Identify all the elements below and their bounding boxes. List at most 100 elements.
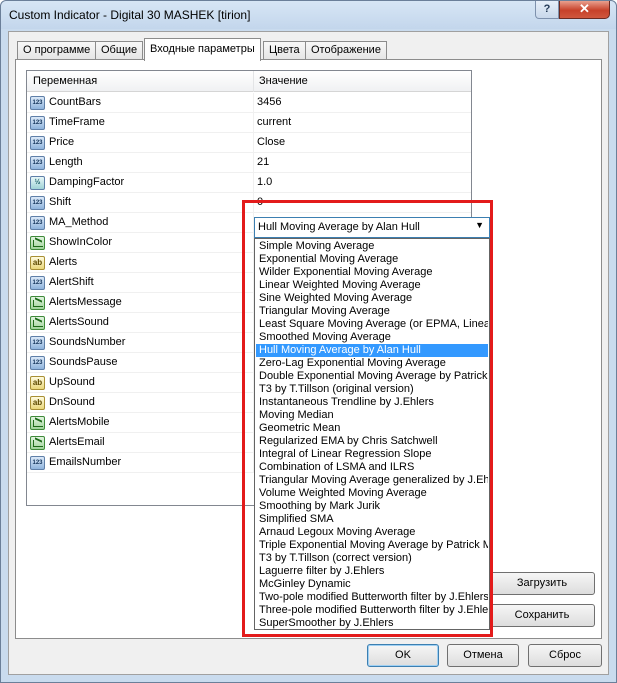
tab-common[interactable]: Общие (95, 41, 144, 60)
enum-type-icon (30, 436, 45, 450)
dropdown-option[interactable]: Geometric Mean (256, 422, 488, 435)
dropdown-option[interactable]: T3 by T.Tillson (correct version) (256, 552, 488, 565)
dropdown-option[interactable]: Triangular Moving Average (256, 305, 488, 318)
parameter-name: Alerts (49, 256, 78, 268)
dropdown-option[interactable]: Moving Median (256, 409, 488, 422)
dropdown-option[interactable]: Regularized EMA by Chris Satchwell (256, 435, 488, 448)
dropdown-option[interactable]: Two-pole modified Butterworth filter by … (256, 591, 488, 604)
column-header-variable[interactable]: Переменная (33, 75, 97, 87)
parameter-name: TimeFrame (49, 116, 105, 128)
dropdown-option[interactable]: Laguerre filter by J.Ehlers (256, 565, 488, 578)
parameter-name: AlertsMobile (49, 416, 110, 428)
tab-inputs[interactable]: Входные параметры (144, 38, 261, 61)
parameter-name: Shift (49, 196, 72, 208)
parameter-name: Price (49, 136, 75, 148)
dropdown-option[interactable]: McGinley Dynamic (256, 578, 488, 591)
help-button[interactable]: ? (535, 1, 559, 19)
parameter-name: EmailsNumber (49, 456, 122, 468)
dropdown-option[interactable]: Combination of LSMA and ILRS (256, 461, 488, 474)
dropdown-option[interactable]: T3 by T.Tillson (original version) (256, 383, 488, 396)
close-button[interactable]: ✕ (559, 1, 610, 19)
dropdown-option[interactable]: Linear Weighted Moving Average (256, 279, 488, 292)
dropdown-option[interactable]: Exponential Moving Average (256, 253, 488, 266)
dropdown-option[interactable]: Integral of Linear Regression Slope (256, 448, 488, 461)
tab-about[interactable]: О программе (17, 41, 97, 60)
dropdown-option[interactable]: Triple Exponential Moving Average by Pat… (256, 539, 488, 552)
parameter-name: CountBars (49, 96, 101, 108)
integer-type-icon: 123 (30, 136, 45, 150)
integer-type-icon: 123 (30, 356, 45, 370)
tab-visualization[interactable]: Отображение (305, 41, 387, 60)
dialog-client-area: О программе Общие Входные параметры Цвет… (8, 31, 609, 675)
parameter-value[interactable]: Close (257, 136, 285, 148)
ok-button[interactable]: OK (367, 644, 439, 667)
string-type-icon: ab (30, 396, 45, 410)
dropdown-option[interactable]: Simple Moving Average (256, 240, 488, 253)
cell-divider (253, 173, 254, 193)
integer-type-icon: 123 (30, 216, 45, 230)
cell-divider (253, 133, 254, 153)
table-row[interactable]: 123 CountBars 3456 (27, 93, 471, 113)
cancel-button[interactable]: Отмена (447, 644, 519, 667)
dropdown-option[interactable]: Volume Weighted Moving Average (256, 487, 488, 500)
integer-type-icon: 123 (30, 196, 45, 210)
parameter-name: MA_Method (49, 216, 109, 228)
integer-type-icon: 123 (30, 116, 45, 130)
enum-type-icon (30, 296, 45, 310)
column-header-value[interactable]: Значение (259, 75, 308, 87)
parameter-name: SoundsPause (49, 356, 118, 368)
dropdown-option[interactable]: Zero-Lag Exponential Moving Average (256, 357, 488, 370)
grid-header: Переменная Значение (27, 71, 471, 92)
load-button[interactable]: Загрузить (489, 572, 595, 595)
parameter-name: Length (49, 156, 83, 168)
dropdown-option[interactable]: Least Square Moving Average (or EPMA, Li… (256, 318, 488, 331)
tab-colors[interactable]: Цвета (263, 41, 306, 60)
reset-button[interactable]: Сброс (528, 644, 602, 667)
string-type-icon: ab (30, 376, 45, 390)
integer-type-icon: 123 (30, 156, 45, 170)
table-row[interactable]: ½ DampingFactor 1.0 (27, 173, 471, 193)
enum-type-icon (30, 416, 45, 430)
parameter-name: DnSound (49, 396, 95, 408)
parameter-name: UpSound (49, 376, 95, 388)
dropdown-option[interactable]: Wilder Exponential Moving Average (256, 266, 488, 279)
parameter-value[interactable]: 0 (257, 196, 263, 208)
dropdown-option[interactable]: SuperSmoother by J.Ehlers (256, 617, 488, 629)
dropdown-option[interactable]: Sine Weighted Moving Average (256, 292, 488, 305)
chevron-down-icon[interactable]: ▼ (475, 220, 484, 230)
dropdown-option[interactable]: Double Exponential Moving Average by Pat… (256, 370, 488, 383)
table-row[interactable]: 123 Price Close (27, 133, 471, 153)
dropdown-option[interactable]: Three-pole modified Butterworth filter b… (256, 604, 488, 617)
parameter-name: DampingFactor (49, 176, 125, 188)
window-title: Custom Indicator - Digital 30 MASHEK [ti… (9, 8, 251, 22)
integer-type-icon: 123 (30, 96, 45, 110)
parameter-value[interactable]: 3456 (257, 96, 281, 108)
parameter-name: SoundsNumber (49, 336, 126, 348)
parameter-name: AlertsEmail (49, 436, 105, 448)
ma-method-combobox[interactable]: Hull Moving Average by Alan Hull ▼ (254, 217, 490, 238)
parameter-value[interactable]: 1.0 (257, 176, 272, 188)
parameter-name: AlertsMessage (49, 296, 122, 308)
table-row[interactable]: 123 Shift 0 (27, 193, 471, 213)
enum-type-icon (30, 236, 45, 250)
integer-type-icon: 123 (30, 456, 45, 470)
dropdown-option[interactable]: Instantaneous Trendline by J.Ehlers (256, 396, 488, 409)
cell-divider (253, 193, 254, 213)
dropdown-option[interactable]: Simplified SMA (256, 513, 488, 526)
dropdown-option[interactable]: Hull Moving Average by Alan Hull (256, 344, 488, 357)
dropdown-option[interactable]: Smoothed Moving Average (256, 331, 488, 344)
title-bar[interactable]: Custom Indicator - Digital 30 MASHEK [ti… (1, 1, 616, 29)
ma-method-dropdown-list[interactable]: Simple Moving Average Exponential Moving … (254, 238, 490, 630)
column-divider[interactable] (253, 71, 254, 92)
double-type-icon: ½ (30, 176, 45, 190)
save-button[interactable]: Сохранить (489, 604, 595, 627)
cell-divider (253, 153, 254, 173)
table-row[interactable]: 123 TimeFrame current (27, 113, 471, 133)
table-row[interactable]: 123 Length 21 (27, 153, 471, 173)
dropdown-option[interactable]: Arnaud Legoux Moving Average (256, 526, 488, 539)
parameter-value[interactable]: 21 (257, 156, 269, 168)
dropdown-option[interactable]: Triangular Moving Average generalized by… (256, 474, 488, 487)
parameter-name: AlertShift (49, 276, 94, 288)
parameter-value[interactable]: current (257, 116, 291, 128)
dropdown-option[interactable]: Smoothing by Mark Jurik (256, 500, 488, 513)
